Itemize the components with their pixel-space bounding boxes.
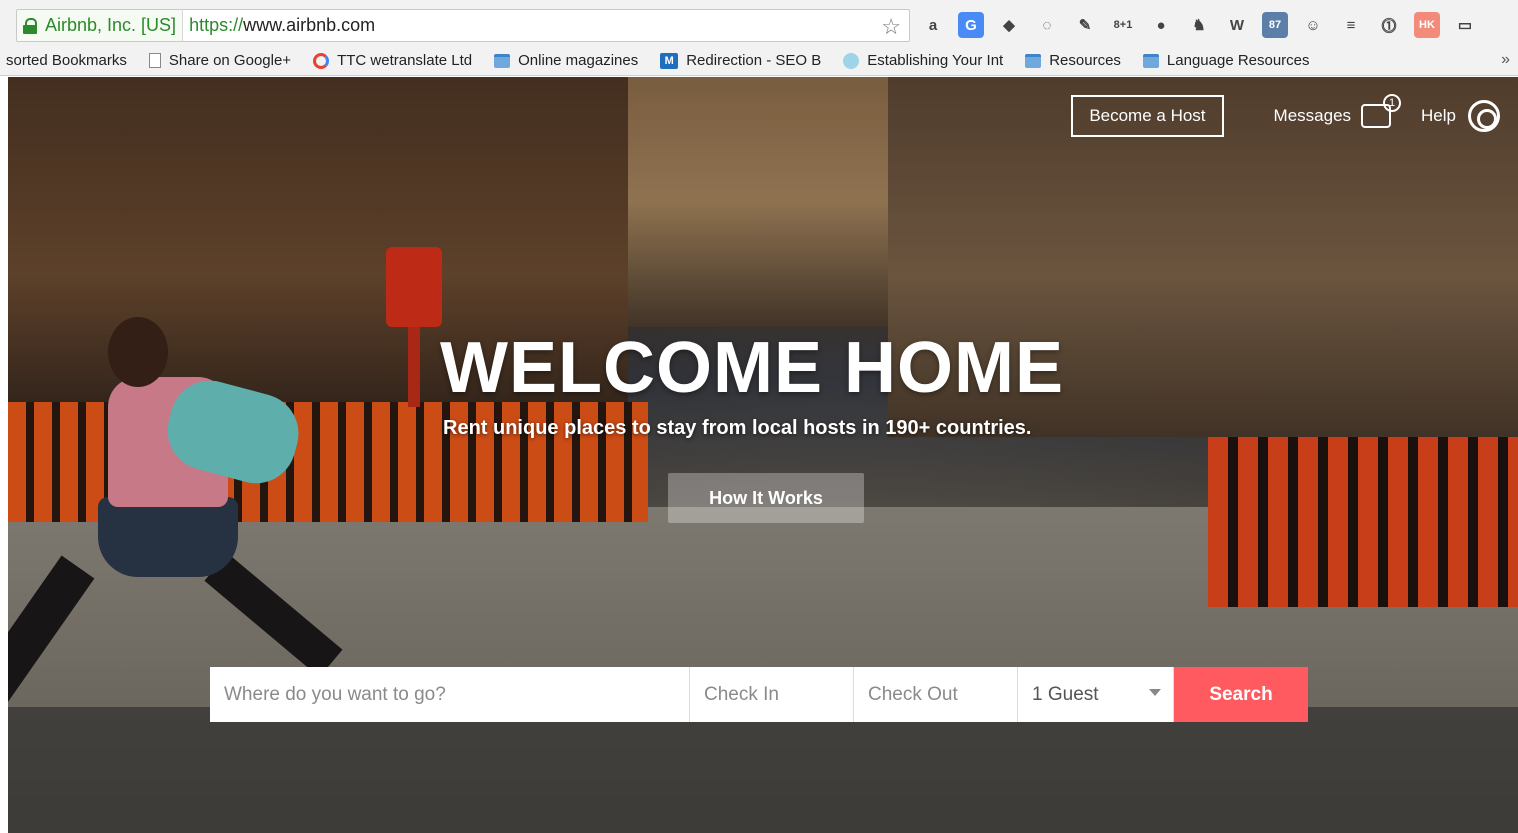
search-form: Where do you want to go? Check In Check … xyxy=(210,667,1308,722)
guests-select[interactable]: 1 Guest xyxy=(1018,667,1174,722)
extension-icons: a G ◆ ◌ ✎ 8+1 ● ♞ W 87 ☺ ≡ ⓵ HK ▭ xyxy=(920,10,1490,40)
share-extension-icon[interactable]: 8+1 xyxy=(1110,12,1136,38)
chevron-down-icon xyxy=(1149,689,1161,696)
sun-icon xyxy=(843,52,860,69)
bookmark-item[interactable]: Establishing Your Int xyxy=(843,52,1003,69)
bookmark-star-icon[interactable]: ☆ xyxy=(881,14,901,40)
owl-extension-icon[interactable]: ♞ xyxy=(1186,12,1212,38)
folder-icon xyxy=(1025,53,1042,68)
pagespeed-extension-icon[interactable]: 87 xyxy=(1262,12,1288,38)
search-band xyxy=(8,707,1518,833)
destination-input[interactable]: Where do you want to go? xyxy=(210,667,690,722)
shield-extension-icon[interactable]: ◆ xyxy=(996,12,1022,38)
bookmark-folder[interactable]: Language Resources xyxy=(1142,52,1310,69)
messages-link[interactable]: Messages 1 xyxy=(1273,94,1402,128)
check-in-field[interactable]: Check In xyxy=(690,667,854,722)
bookmark-folder[interactable]: Online magazines xyxy=(494,52,638,69)
folder-icon xyxy=(494,53,511,68)
messages-icon: 1 xyxy=(1361,94,1402,128)
lifebuoy-icon xyxy=(1468,100,1500,132)
help-link[interactable]: Help xyxy=(1421,100,1500,132)
become-host-button[interactable]: Become a Host xyxy=(1071,95,1224,137)
m-logo-icon: M xyxy=(660,52,679,69)
hero-headline: WELCOME HOME xyxy=(440,328,1064,408)
messages-label: Messages xyxy=(1273,106,1352,125)
page-icon xyxy=(148,53,161,68)
cast-icon[interactable]: ▭ xyxy=(1452,12,1478,38)
bookmark-item[interactable]: M Redirection - SEO B xyxy=(660,52,821,69)
ev-label: Airbnb, Inc. [US] xyxy=(45,15,177,35)
pocket-extension-icon[interactable]: ● xyxy=(1148,12,1174,38)
check-out-field[interactable]: Check Out xyxy=(854,667,1018,722)
onepassword-extension-icon[interactable]: ⓵ xyxy=(1376,12,1402,38)
amazon-extension-icon[interactable]: a xyxy=(920,12,946,38)
lock-icon xyxy=(23,17,37,34)
hk-extension-icon[interactable]: HK xyxy=(1414,12,1440,38)
ghost-extension-icon[interactable]: ☺ xyxy=(1300,12,1326,38)
google-icon xyxy=(313,52,330,69)
more-bookmarks-icon[interactable]: » xyxy=(1501,51,1510,69)
guests-value: 1 Guest xyxy=(1032,683,1099,705)
help-label: Help xyxy=(1421,106,1456,125)
messages-count-badge: 1 xyxy=(1383,94,1402,112)
bookmarks-bar: sorted Bookmarks Share on Google+ TTC we… xyxy=(0,46,1518,76)
pin-extension-icon[interactable]: ✎ xyxy=(1072,12,1098,38)
address-bar[interactable]: Airbnb, Inc. [US] https://www.airbnb.com… xyxy=(16,9,910,42)
folder-icon xyxy=(1142,53,1159,68)
bookmark-item[interactable]: TTC wetranslate Ltd xyxy=(313,52,472,69)
search-button[interactable]: Search xyxy=(1174,667,1308,722)
top-nav: Become a Host Messages 1 Help xyxy=(1071,94,1500,137)
wordpress-extension-icon[interactable]: W xyxy=(1224,12,1250,38)
how-it-works-button[interactable]: How It Works xyxy=(668,473,864,523)
translate-extension-icon[interactable]: G xyxy=(958,12,984,38)
browser-toolbar: Airbnb, Inc. [US] https://www.airbnb.com… xyxy=(0,0,1518,46)
ev-certificate-badge[interactable]: Airbnb, Inc. [US] xyxy=(17,10,184,41)
bell-extension-icon[interactable]: ◌ xyxy=(1034,12,1060,38)
bookmark-item[interactable]: Share on Google+ xyxy=(148,52,291,69)
url-text[interactable]: https://www.airbnb.com xyxy=(189,15,375,36)
buffer-extension-icon[interactable]: ≡ xyxy=(1338,12,1364,38)
bookmark-folder[interactable]: Resources xyxy=(1025,52,1121,69)
hero-subheadline: Rent unique places to stay from local ho… xyxy=(443,417,1032,439)
bookmark-item[interactable]: sorted Bookmarks xyxy=(6,52,127,69)
